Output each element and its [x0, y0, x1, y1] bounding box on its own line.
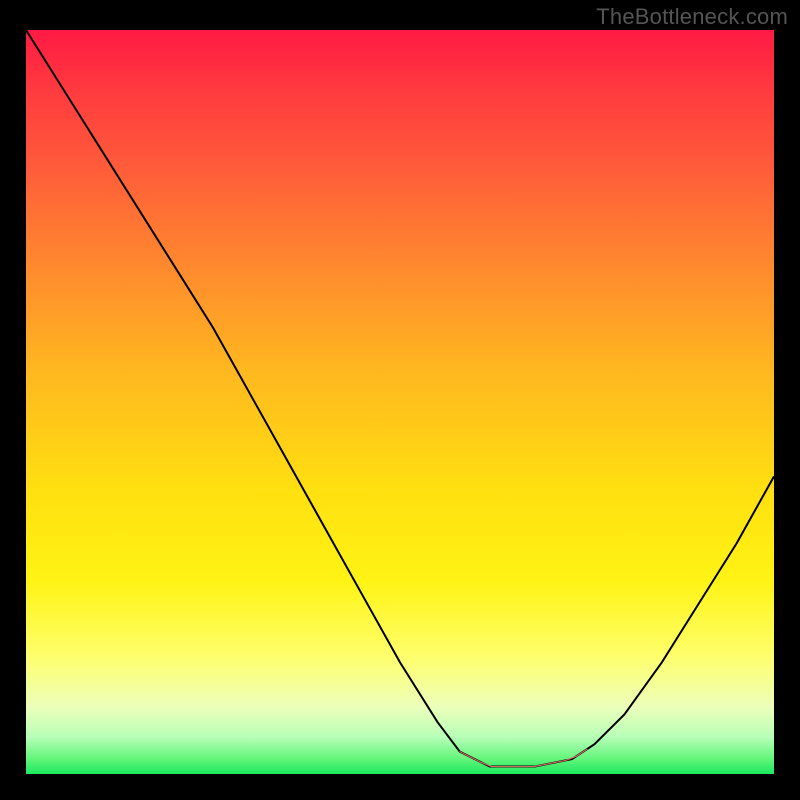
chart-plot-area: [26, 30, 774, 774]
chart-svg: [26, 30, 774, 774]
optimal-band-marker: [460, 749, 587, 766]
watermark-label: TheBottleneck.com: [596, 4, 788, 30]
bottleneck-curve-line: [26, 30, 774, 767]
